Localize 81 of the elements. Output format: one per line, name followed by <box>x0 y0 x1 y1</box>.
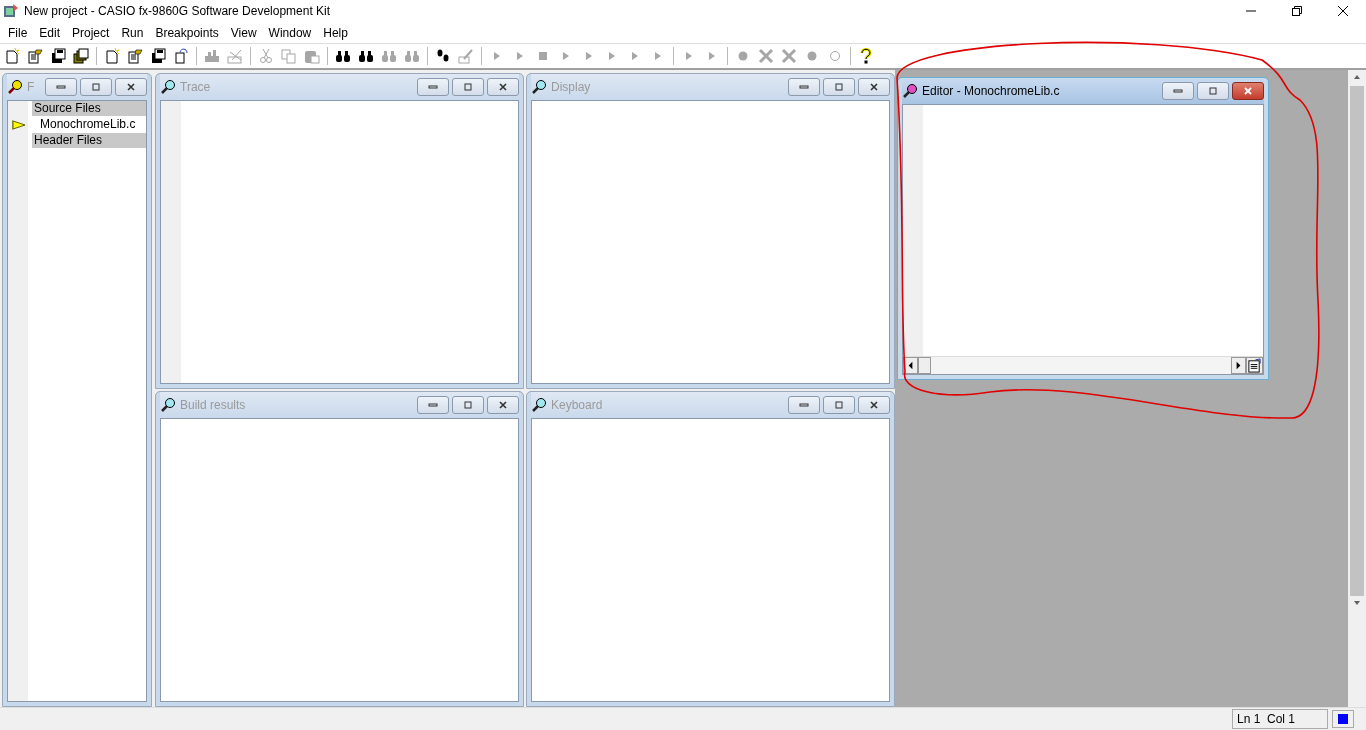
cursor-position: Ln 1 Col 1 <box>1232 709 1328 729</box>
panel-title: Trace <box>180 80 211 94</box>
close-button[interactable] <box>487 78 519 96</box>
menu-item[interactable]: Project <box>66 25 116 40</box>
minimize-button[interactable] <box>417 78 449 96</box>
tree-file[interactable]: MonochromeLib.c <box>32 117 146 132</box>
minimize-icon <box>1173 86 1183 96</box>
scroll-thumb[interactable] <box>918 357 931 374</box>
restore-button[interactable] <box>452 78 484 96</box>
close-icon <box>869 400 879 410</box>
panel-title: Build results <box>180 398 246 412</box>
horizontal-scrollbar[interactable] <box>903 356 1263 374</box>
minimize-button[interactable] <box>1162 82 1194 100</box>
document-list-icon[interactable] <box>1246 357 1263 374</box>
restore-icon <box>463 400 473 410</box>
panel-title: Display <box>551 80 591 94</box>
window-title: New project - CASIO fx-9860G Software Development Kit <box>24 4 331 18</box>
restore-icon <box>834 400 844 410</box>
floppy-disks-icon[interactable] <box>73 48 89 64</box>
menu-item[interactable]: Run <box>115 25 150 40</box>
close-icon <box>498 400 508 410</box>
magnifier-icon <box>531 79 547 95</box>
close-icon <box>869 82 879 92</box>
editor-title: Editor - MonochromeLib.c <box>922 84 1060 98</box>
floppy-disk-icon[interactable] <box>150 48 166 64</box>
minimize-icon <box>799 400 809 410</box>
minimize-button[interactable] <box>45 78 77 96</box>
close-button[interactable] <box>1232 82 1264 100</box>
restore-icon <box>463 82 473 92</box>
magnifier-icon <box>902 83 918 99</box>
minimize-icon <box>56 82 66 92</box>
menu-item[interactable]: Breakpoints <box>149 25 225 40</box>
close-button[interactable] <box>858 78 890 96</box>
tree-folder[interactable]: Source Files <box>32 101 146 116</box>
close-icon <box>1243 86 1253 96</box>
new-document-icon[interactable] <box>104 48 120 64</box>
status-indicator-icon <box>1338 714 1348 724</box>
new-document-icon[interactable] <box>4 48 20 64</box>
minimize-icon <box>799 82 809 92</box>
restore-button[interactable] <box>823 396 855 414</box>
magnifier-icon <box>160 79 176 95</box>
restore-button[interactable] <box>823 78 855 96</box>
menu-item[interactable]: Help <box>317 25 354 40</box>
close-button[interactable] <box>858 396 890 414</box>
help-icon[interactable] <box>858 48 874 64</box>
menu-item[interactable]: File <box>2 25 34 40</box>
restore-button[interactable] <box>452 396 484 414</box>
floppy-disk-icon[interactable] <box>50 48 66 64</box>
minimize-button[interactable] <box>417 396 449 414</box>
restore-button[interactable] <box>80 78 112 96</box>
restore-icon <box>91 82 101 92</box>
close-icon <box>498 82 508 92</box>
minimize-icon <box>428 82 438 92</box>
open-folder-icon[interactable] <box>127 48 143 64</box>
open-folder-icon[interactable] <box>27 48 43 64</box>
minimize-button[interactable] <box>788 396 820 414</box>
close-icon[interactable] <box>1338 6 1348 16</box>
footprints-icon[interactable] <box>435 48 451 64</box>
menu-item[interactable]: Edit <box>33 25 67 40</box>
binoculars-icon[interactable] <box>358 48 374 64</box>
undo-document-icon[interactable] <box>173 48 189 64</box>
minimize-icon <box>428 400 438 410</box>
menu-item[interactable]: View <box>224 25 263 40</box>
restore-icon <box>834 82 844 92</box>
close-icon <box>126 82 136 92</box>
close-button[interactable] <box>487 396 519 414</box>
panel-title: F <box>27 80 35 94</box>
maximize-icon[interactable] <box>1292 6 1302 16</box>
binoculars-icon[interactable] <box>335 48 351 64</box>
magnifier-icon <box>531 397 547 413</box>
minimize-button[interactable] <box>788 78 820 96</box>
magnifier-icon <box>7 79 23 95</box>
app-icon <box>3 3 19 19</box>
tree-folder[interactable]: Header Files <box>32 133 146 148</box>
close-button[interactable] <box>115 78 147 96</box>
restore-icon <box>1208 86 1218 96</box>
scroll-left-icon[interactable] <box>903 357 918 374</box>
menu-item[interactable]: Window <box>262 25 318 40</box>
scroll-right-icon[interactable] <box>1231 357 1246 374</box>
magnifier-icon <box>160 397 176 413</box>
panel-title: Keyboard <box>551 398 603 412</box>
